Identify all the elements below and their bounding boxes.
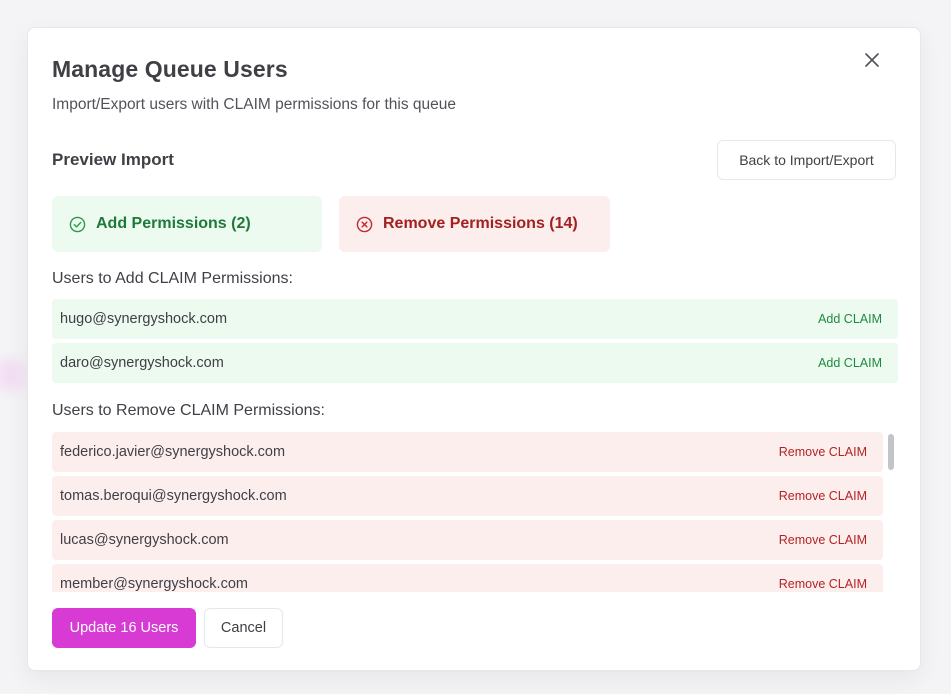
user-email: member@synergyshock.com [60, 576, 248, 592]
update-users-button[interactable]: Update 16 Users [52, 608, 196, 648]
cancel-button[interactable]: Cancel [204, 608, 283, 648]
remove-permissions-summary: Remove Permissions (14) [339, 196, 610, 252]
scrollbar-thumb[interactable] [888, 434, 894, 470]
close-icon[interactable] [862, 50, 882, 70]
remove-claim-button[interactable]: Remove CLAIM [779, 445, 867, 459]
remove-users-list: federico.javier@synergyshock.com Remove … [52, 432, 883, 592]
add-permissions-summary: Add Permissions (2) [52, 196, 322, 252]
remove-claim-button[interactable]: Remove CLAIM [779, 533, 867, 547]
back-to-import-export-button[interactable]: Back to Import/Export [717, 140, 896, 180]
x-circle-icon [356, 216, 373, 232]
remove-users-label: Users to Remove CLAIM Permissions: [52, 402, 325, 419]
remove-users-scroll-area[interactable]: federico.javier@synergyshock.com Remove … [52, 432, 898, 592]
add-users-label: Users to Add CLAIM Permissions: [52, 270, 293, 287]
list-item: member@synergyshock.com Remove CLAIM [52, 564, 883, 592]
user-email: federico.javier@synergyshock.com [60, 444, 286, 460]
remove-permissions-label: Remove Permissions (14) [383, 215, 578, 232]
add-claim-button[interactable]: Add CLAIM [818, 312, 882, 326]
manage-queue-users-modal: Manage Queue Users Import/Export users w… [27, 27, 921, 671]
add-claim-button[interactable]: Add CLAIM [818, 356, 882, 370]
modal-subtitle: Import/Export users with CLAIM permissio… [52, 96, 457, 113]
user-email: daro@synergyshock.com [60, 355, 224, 371]
preview-import-title: Preview Import [52, 150, 174, 169]
remove-claim-button[interactable]: Remove CLAIM [779, 489, 867, 503]
user-email: lucas@synergyshock.com [60, 532, 229, 548]
check-circle-icon [69, 216, 86, 232]
modal-title: Manage Queue Users [52, 56, 288, 82]
add-permissions-label: Add Permissions (2) [96, 215, 251, 232]
scrollbar[interactable] [884, 432, 898, 592]
list-item: lucas@synergyshock.com Remove CLAIM [52, 520, 883, 560]
list-item: hugo@synergyshock.com Add CLAIM [52, 299, 898, 339]
list-item: daro@synergyshock.com Add CLAIM [52, 343, 898, 383]
list-item: federico.javier@synergyshock.com Remove … [52, 432, 883, 472]
list-item: tomas.beroqui@synergyshock.com Remove CL… [52, 476, 883, 516]
add-users-list: hugo@synergyshock.com Add CLAIM daro@syn… [52, 299, 898, 387]
user-email: tomas.beroqui@synergyshock.com [60, 488, 287, 504]
user-email: hugo@synergyshock.com [60, 311, 228, 327]
remove-claim-button[interactable]: Remove CLAIM [779, 577, 867, 591]
